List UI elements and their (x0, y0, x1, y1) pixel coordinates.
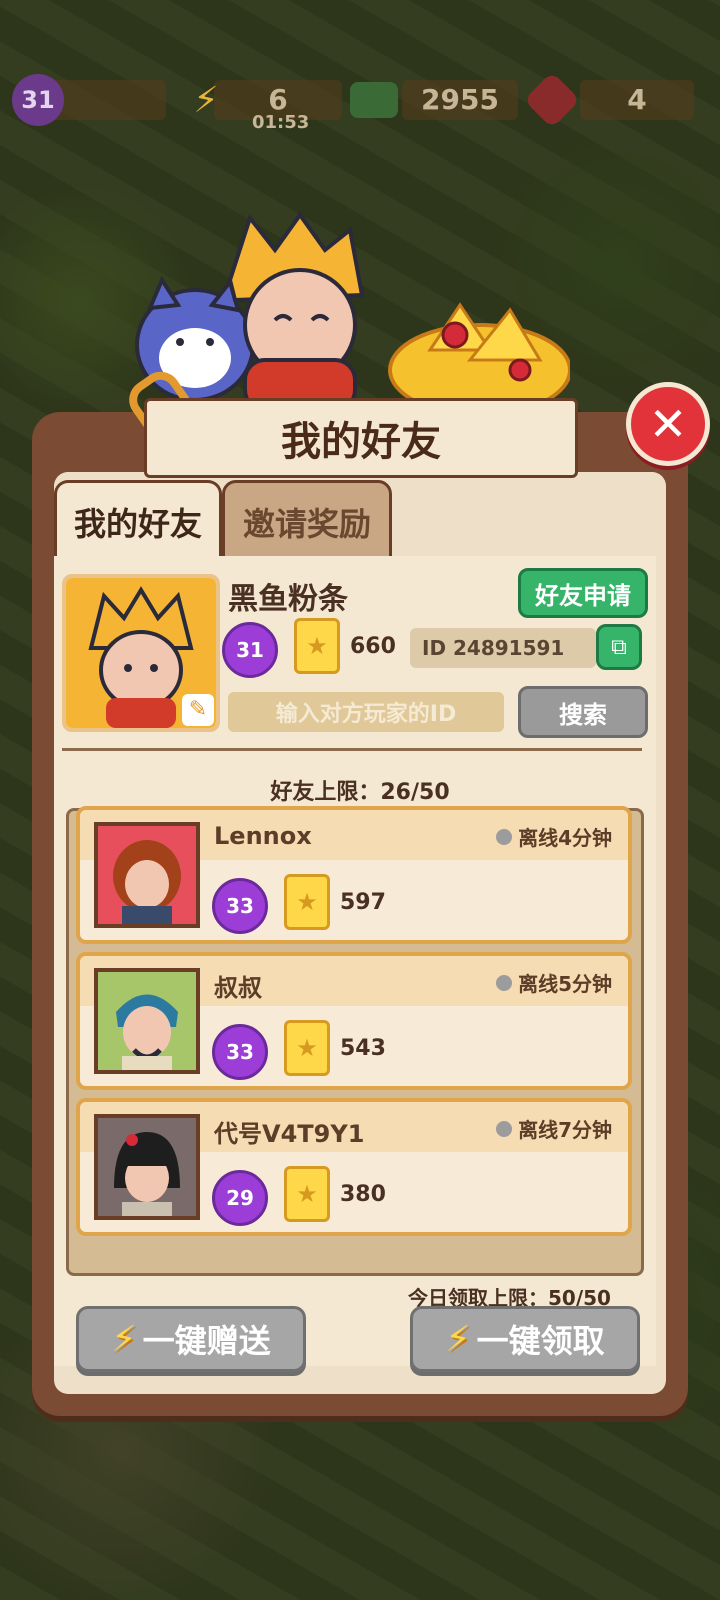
friends-limit: 好友上限：26/50 (270, 780, 450, 805)
close-icon: ✕ (648, 397, 688, 451)
my-level-badge: 31 (222, 622, 278, 678)
friend-level-badge: 29 (212, 1170, 268, 1226)
friend-level: 33 (226, 1040, 254, 1064)
friend-level-badge: 33 (212, 1024, 268, 1080)
send-all-label: 一键赠送 (142, 1322, 271, 1360)
friend-level: 33 (226, 894, 254, 918)
player-id: ID 24891591 (422, 636, 565, 660)
friend-avatar (94, 822, 200, 928)
tab-my-friends[interactable]: 我的好友 (54, 480, 222, 561)
offline-dot-icon (496, 828, 513, 845)
friend-status-text: 离线7分钟 (518, 1118, 612, 1142)
copy-icon: ⧉ (611, 634, 627, 660)
friend-score: 597 (340, 890, 386, 915)
gem-counter[interactable]: 4 (580, 80, 694, 120)
search-placeholder: 输入对方玩家的ID (275, 702, 457, 727)
offline-dot-icon (496, 974, 513, 991)
friend-status: 离线5分钟 (496, 968, 612, 997)
clipboard-star-icon: ★ (284, 1166, 330, 1222)
lightning-icon: ⚡ (193, 79, 219, 121)
friend-request-button[interactable]: 好友申请 (518, 568, 648, 618)
dialog-title: 我的好友 (144, 398, 578, 478)
my-player-name: 黑鱼粉条 (228, 582, 348, 617)
level-badge-icon: 31 (12, 74, 64, 126)
my-avatar[interactable]: ✎ (62, 574, 220, 732)
friend-avatar (94, 1114, 200, 1220)
my-score: 660 (350, 634, 396, 659)
edit-pencil-icon[interactable]: ✎ (182, 694, 214, 726)
friend-row[interactable]: Lennox 离线4分钟 33 ★ 597 (76, 806, 632, 944)
ruby-icon (523, 71, 581, 129)
cash-icon (350, 82, 398, 118)
friend-row[interactable]: 代号V4T9Y1 离线7分钟 29 ★ 380 (76, 1098, 632, 1236)
friend-name: 叔叔 (214, 974, 262, 1002)
lightning-icon: ⚡ (445, 1318, 471, 1360)
player-mascot-icon (227, 211, 365, 410)
gem-value: 4 (627, 83, 647, 116)
friend-name: 代号V4T9Y1 (214, 1120, 365, 1148)
my-level: 31 (236, 638, 264, 662)
copy-id-button[interactable]: ⧉ (596, 624, 642, 670)
tab-label: 邀请奖励 (242, 505, 371, 543)
send-all-button[interactable]: ⚡ 一键赠送 (76, 1306, 306, 1372)
clipboard-star-icon: ★ (284, 1020, 330, 1076)
friend-status: 离线4分钟 (496, 822, 612, 851)
search-button[interactable]: 搜索 (518, 686, 648, 738)
search-input[interactable]: 输入对方玩家的ID (228, 692, 504, 732)
player-level: 31 (21, 86, 55, 114)
resource-bar: 31 6 ⚡ 01:53 2955 4 (0, 71, 720, 133)
search-label: 搜索 (559, 700, 607, 729)
dialog-title-text: 我的好友 (281, 419, 441, 465)
friend-level: 29 (226, 1186, 254, 1210)
clipboard-star-icon: ★ (294, 618, 340, 674)
friend-score: 380 (340, 1182, 386, 1207)
friend-status: 离线7分钟 (496, 1114, 612, 1143)
clipboard-star-icon: ★ (284, 874, 330, 930)
tab-label: 我的好友 (73, 505, 202, 543)
friend-avatar (94, 968, 200, 1074)
friend-level-badge: 33 (212, 878, 268, 934)
friend-row[interactable]: 叔叔 离线5分钟 33 ★ 543 (76, 952, 632, 1090)
energy-timer: 01:53 (252, 112, 310, 133)
close-button[interactable]: ✕ (626, 382, 710, 466)
claim-all-label: 一键领取 (476, 1322, 605, 1360)
lightning-icon: ⚡ (111, 1318, 137, 1360)
divider (62, 748, 642, 751)
friend-status-text: 离线4分钟 (518, 826, 612, 850)
friend-name: Lennox (214, 822, 312, 850)
player-id-display: ID 24891591 (410, 628, 596, 668)
friend-status-text: 离线5分钟 (518, 972, 612, 996)
offline-dot-icon (496, 1120, 513, 1137)
tab-invite-rewards[interactable]: 邀请奖励 (222, 480, 392, 564)
cash-counter[interactable]: 2955 (402, 80, 518, 120)
cash-value: 2955 (421, 83, 499, 116)
friend-request-label: 好友申请 (535, 581, 631, 610)
claim-all-button[interactable]: ⚡ 一键领取 (410, 1306, 640, 1372)
friend-score: 543 (340, 1036, 386, 1061)
gold-treasure-icon (388, 302, 570, 410)
